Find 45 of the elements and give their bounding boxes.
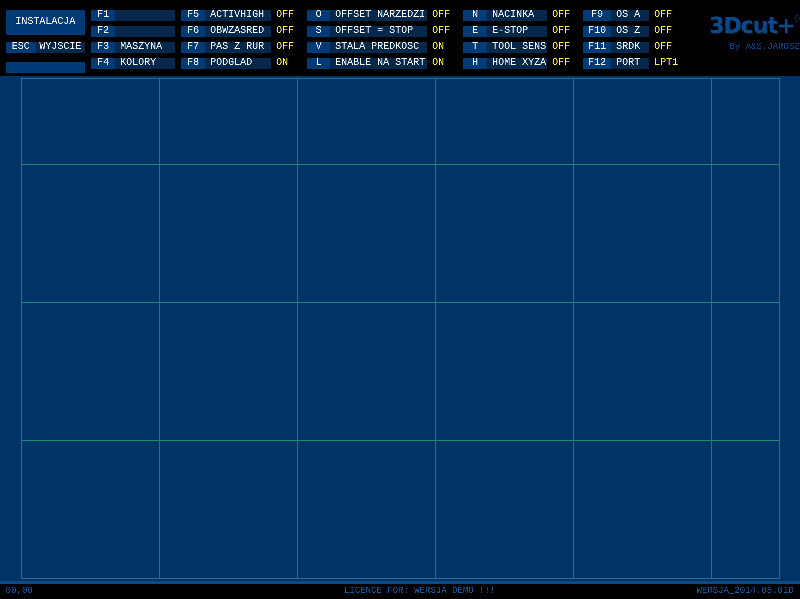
status-value: ON [275, 58, 290, 69]
function-key-button[interactable]: F1 [91, 10, 176, 21]
version-text: WERSJA_2014.05.01D [696, 586, 794, 597]
function-key-button[interactable]: E E-STOP [463, 26, 548, 37]
exit-button[interactable]: ESC WYJSCIE [6, 42, 86, 53]
function-key-button[interactable]: V STALA PREDKOSC [307, 42, 428, 53]
status-value: OFF [551, 58, 572, 69]
function-key-button[interactable]: F5 ACTIVHIGH [181, 10, 272, 21]
status-value: OFF [653, 42, 674, 53]
status-value: ON [431, 42, 446, 53]
logo-text: 3Dcut+ [709, 16, 795, 38]
status-value: OFF [551, 26, 572, 37]
status-value: OFF [431, 10, 452, 21]
status-value: OFF [551, 10, 572, 21]
status-value: OFF [653, 26, 674, 37]
function-key-button[interactable]: F3 MASZYNA [91, 42, 176, 53]
function-key-button[interactable]: F11 SRDK [583, 42, 650, 53]
status-value: LPT1 [653, 58, 680, 69]
author-byline: By A&S.JAROSZ [730, 42, 800, 53]
function-key-button[interactable]: N NACINKA [463, 10, 548, 21]
empty-button[interactable] [6, 62, 86, 73]
status-value: ON [431, 58, 446, 69]
function-key-button[interactable]: H HOME XYZA [463, 58, 548, 69]
function-key-button[interactable]: F6 OBWZASRED [181, 26, 272, 37]
function-key-button[interactable]: F2 [91, 26, 176, 37]
function-key-button[interactable]: F12 PORT [583, 58, 650, 69]
coordinates-text: 00,00 [6, 586, 34, 597]
licence-text: LICENCE FOR: WERSJA DEMO !!! [344, 586, 496, 597]
function-key-button[interactable]: F4 KOLORY [91, 58, 176, 69]
status-value: OFF [431, 26, 452, 37]
status-value: OFF [275, 26, 296, 37]
function-key-button[interactable]: T TOOL SENS [463, 42, 548, 53]
function-key-button[interactable]: F8 PODGLAD [181, 58, 272, 69]
function-key-button[interactable]: L ENABLE NA START [307, 58, 428, 69]
function-key-button[interactable]: F10 OS Z [583, 26, 650, 37]
function-key-button[interactable]: F7 PAS Z RUR [181, 42, 272, 53]
status-value: OFF [551, 42, 572, 53]
function-key-button[interactable]: F9 OS A [583, 10, 650, 21]
status-value: OFF [275, 42, 296, 53]
status-value: OFF [275, 10, 296, 21]
status-value: OFF [653, 10, 674, 21]
install-button[interactable]: INSTALACJA [6, 10, 86, 35]
function-key-button[interactable]: O OFFSET NARZEDZI [307, 10, 428, 21]
copyright-mark: © [794, 16, 800, 25]
function-key-button[interactable]: S OFFSET = STOP [307, 26, 428, 37]
